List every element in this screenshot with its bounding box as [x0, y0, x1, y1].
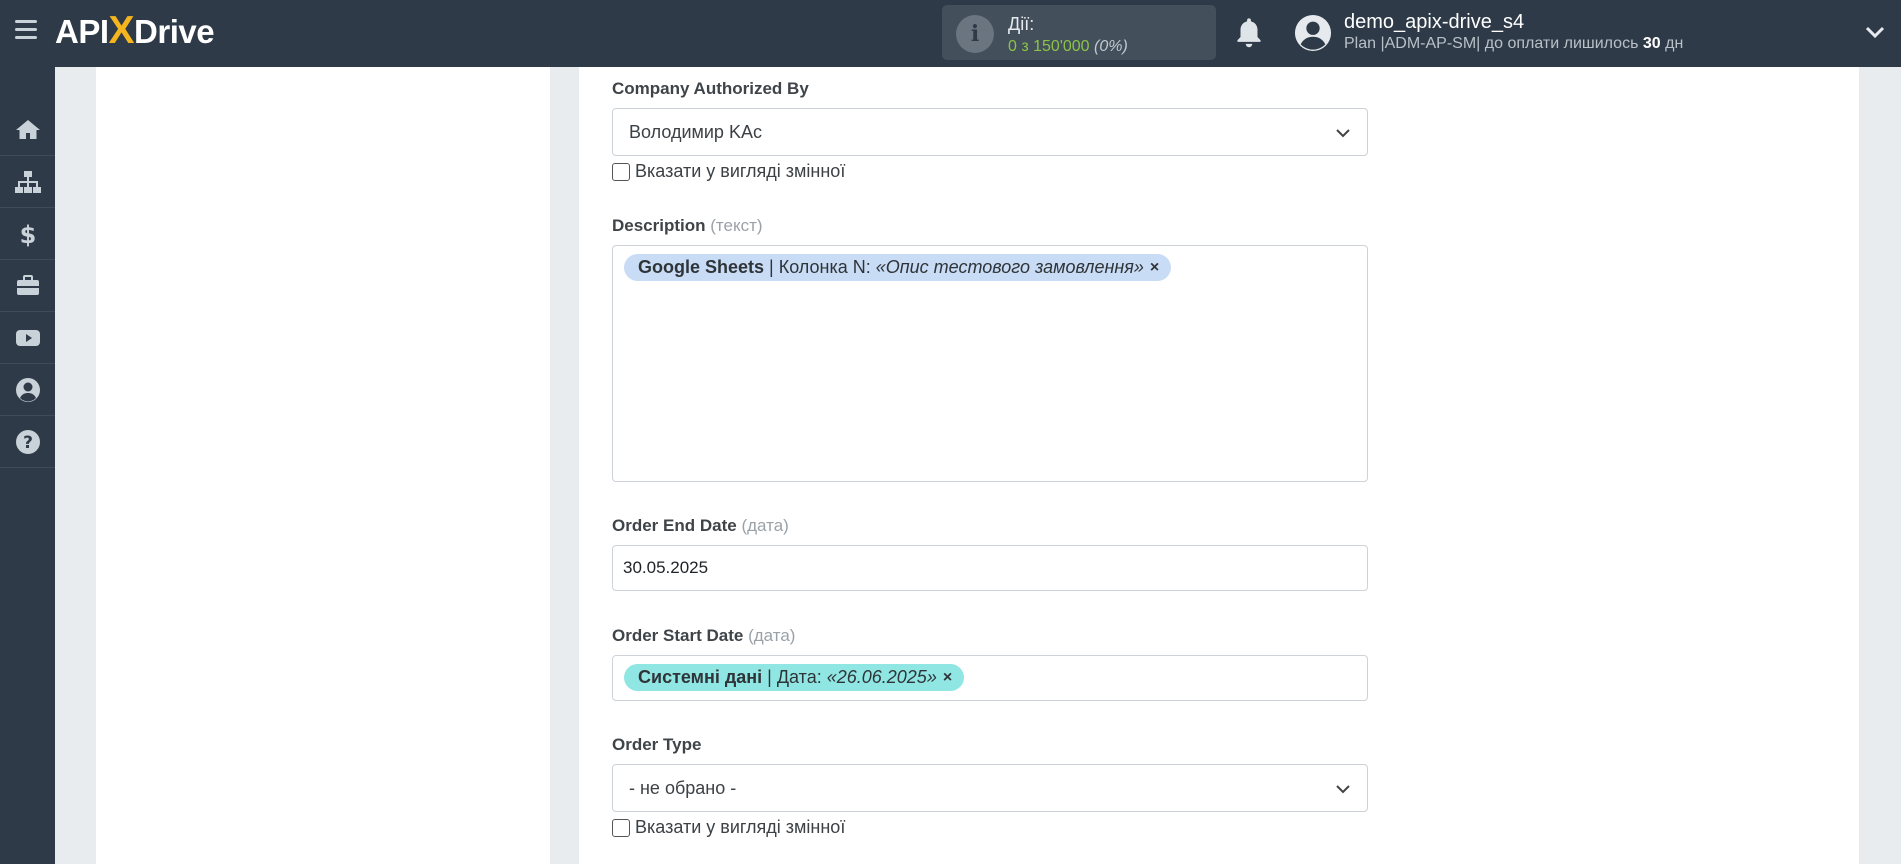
description-label: Description (текст) [612, 216, 763, 235]
order-start-date-variable-tag[interactable]: Системні дані | Дата: «26.06.2025» × [624, 664, 965, 691]
checkbox-label: Вказати у вигляді змінної [635, 161, 846, 181]
remove-tag-icon[interactable]: × [943, 669, 952, 687]
order-start-date-hint: (дата) [748, 626, 796, 645]
sidebar-item-home[interactable] [0, 104, 55, 156]
tag-field: | Колонка N: [764, 257, 876, 277]
order-type-label: Order Type [612, 735, 702, 754]
sidebar-item-profile[interactable] [0, 364, 55, 416]
logo[interactable]: APIXDrive [55, 9, 215, 52]
sitemap-icon [14, 170, 41, 193]
logo-text-x: X [108, 9, 135, 52]
order-end-date-hint: (дата) [741, 516, 789, 535]
actions-count: 0 з 150'000 [1008, 38, 1090, 55]
plan-prefix: Plan |ADM-AP-SM| до оплати лишилось [1344, 35, 1639, 52]
left-panel [96, 67, 550, 864]
actions-percent: (0%) [1094, 38, 1128, 55]
chevron-down-icon[interactable] [1864, 22, 1886, 42]
sidebar-item-help[interactable]: ? [0, 416, 55, 468]
checkbox[interactable] [612, 162, 630, 181]
checkbox[interactable] [612, 818, 630, 837]
company-authorized-by-label: Company Authorized By [612, 79, 809, 98]
youtube-icon [15, 329, 40, 346]
briefcase-icon [16, 274, 39, 295]
svg-text:?: ? [23, 433, 33, 453]
chevron-down-icon [1336, 785, 1350, 794]
help-icon: ? [15, 429, 40, 454]
user-circle-icon [15, 377, 40, 402]
info-icon: i [956, 15, 994, 53]
tag-value: «26.06.2025» [826, 667, 937, 687]
order-end-date-value: 30.05.2025 [623, 558, 709, 577]
user-name[interactable]: demo_apix-drive_s4 [1344, 11, 1524, 34]
menu-icon[interactable] [15, 20, 37, 40]
logo-text-api: API [55, 13, 109, 50]
logo-text-drive: Drive [134, 13, 215, 50]
sidebar-item-video[interactable] [0, 312, 55, 364]
company-authorized-by-value: Володимир KAc [629, 122, 762, 142]
order-start-date-label: Order Start Date (дата) [612, 626, 796, 645]
dollar-icon: $ [19, 221, 36, 248]
svg-text:$: $ [19, 221, 36, 248]
plan-suffix: дн [1665, 35, 1684, 52]
sidebar-item-billing[interactable]: $ [0, 208, 55, 260]
tag-source: Google Sheets [638, 257, 765, 277]
order-type-value: - не обрано - [629, 778, 737, 798]
tag-source: Системні дані [638, 667, 763, 687]
order-type-select[interactable]: - не обрано - [612, 764, 1368, 812]
actions-label: Дії: [1008, 14, 1035, 34]
top-bar: APIXDrive i Дії: 0 з 150'000 (0%) demo_a… [0, 0, 1901, 67]
actions-counter[interactable]: i Дії: 0 з 150'000 (0%) [942, 5, 1216, 60]
company-authorized-by-select[interactable]: Володимир KAc [612, 108, 1368, 156]
tag-field: | Дата: [762, 667, 827, 687]
chevron-down-icon [1336, 129, 1350, 138]
bell-icon[interactable] [1234, 16, 1264, 50]
avatar[interactable] [1294, 14, 1332, 52]
remove-tag-icon[interactable]: × [1150, 259, 1159, 277]
checkbox-label: Вказати у вигляді змінної [635, 817, 846, 837]
order-end-date-label: Order End Date (дата) [612, 516, 789, 535]
user-plan: Plan |ADM-AP-SM| до оплати лишилось 30 д… [1344, 35, 1683, 53]
sidebar: $ ? [0, 67, 55, 864]
description-variable-tag[interactable]: Google Sheets | Колонка N: «Опис тестово… [624, 254, 1172, 281]
order-type-variable-checkbox[interactable]: Вказати у вигляді змінної [612, 817, 845, 838]
company-authorized-by-variable-checkbox[interactable]: Вказати у вигляді змінної [612, 161, 845, 182]
description-hint: (текст) [710, 216, 763, 235]
actions-value: 0 з 150'000 (0%) [1008, 38, 1128, 56]
tag-value: «Опис тестового замовлення» [875, 257, 1144, 277]
order-end-date-input[interactable]: 30.05.2025 [612, 545, 1368, 591]
plan-days: 30 [1642, 35, 1661, 52]
sidebar-item-connections[interactable] [0, 156, 55, 208]
home-icon [15, 119, 40, 139]
sidebar-item-services[interactable] [0, 260, 55, 312]
